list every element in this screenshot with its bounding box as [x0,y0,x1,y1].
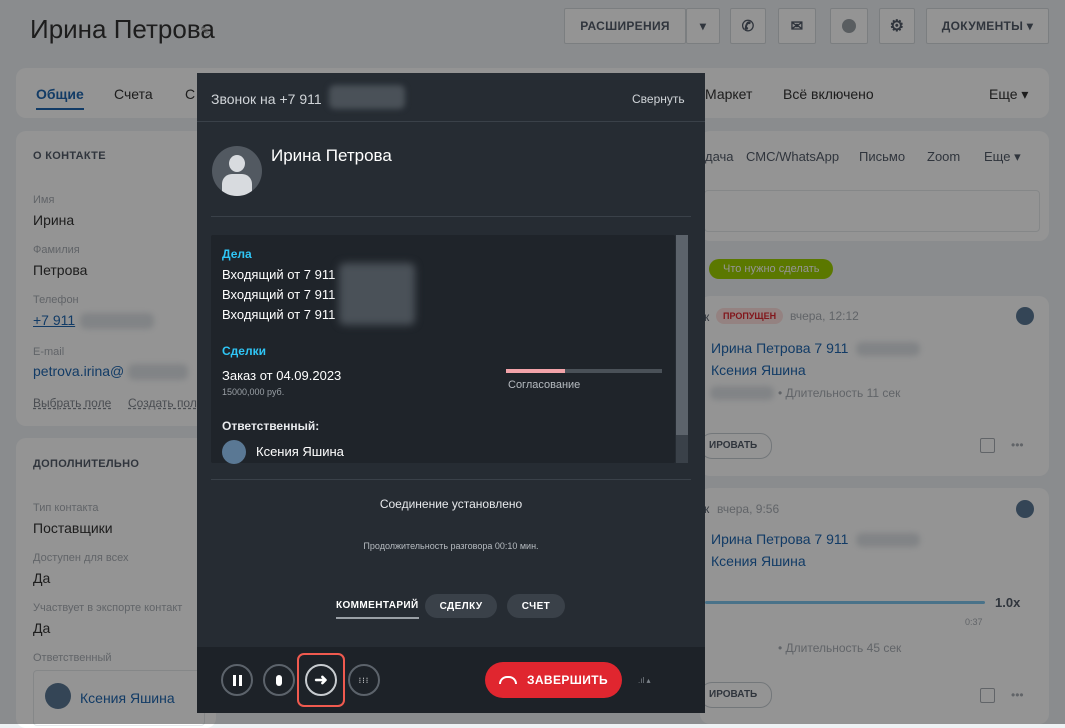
avatar [222,440,246,464]
call-controls: ➜ ⁝⁝⁝ ЗАВЕРШИТЬ .ıl ▴ [197,647,705,713]
sdelki-header: Сделки [222,344,266,358]
call-contact-name: Ирина Петрова [271,146,392,165]
create-deal-button[interactable]: СДЕЛКУ [425,594,497,618]
call-dialog: Звонок на +7 911 Свернуть Ирина Петрова … [197,73,705,713]
scrollbar-track[interactable] [676,235,688,463]
phone-blur [329,85,405,109]
connection-status: Соединение установлено [379,497,523,511]
minimize-button[interactable]: Свернуть [632,92,685,106]
microphone-icon[interactable] [263,664,295,696]
call-responsible-name: Ксения Яшина [256,444,344,459]
call-duration: Продолжительность разговора 00:10 мин. [363,541,539,551]
signal-icon[interactable]: .ıl ▴ [638,676,650,685]
stage-progress-bar [506,369,662,373]
call-header: Звонок на +7 911 Свернуть [197,73,705,122]
responsible-header: Ответственный: [222,419,320,433]
contact-avatar [212,146,262,196]
call-title: Звонок на +7 911 [211,91,322,107]
divider [211,216,691,217]
stage-label: Согласование [508,379,581,391]
deal-item[interactable]: Входящий от 7 911 [222,267,335,282]
end-call-button[interactable]: ЗАВЕРШИТЬ [485,662,622,698]
deals-header: Дела [222,247,252,261]
deal-item[interactable]: Входящий от 7 911 [222,287,335,302]
transfer-arrow-icon[interactable]: ➜ [305,664,337,696]
end-call-label: ЗАВЕРШИТЬ [526,673,609,687]
keypad-icon[interactable]: ⁝⁝⁝ [348,664,380,696]
create-invoice-button[interactable]: СЧЕТ [507,594,565,618]
divider [211,479,691,480]
comment-tab[interactable]: КОММЕНТАРИЙ [336,600,419,619]
deal-item[interactable]: Входящий от 7 911 [222,307,335,322]
pause-icon[interactable] [221,664,253,696]
order-link[interactable]: Заказ от 04.09.2023 [222,368,341,383]
deals-blur [339,263,415,325]
order-amount: 15000,000 руб. [222,387,285,397]
